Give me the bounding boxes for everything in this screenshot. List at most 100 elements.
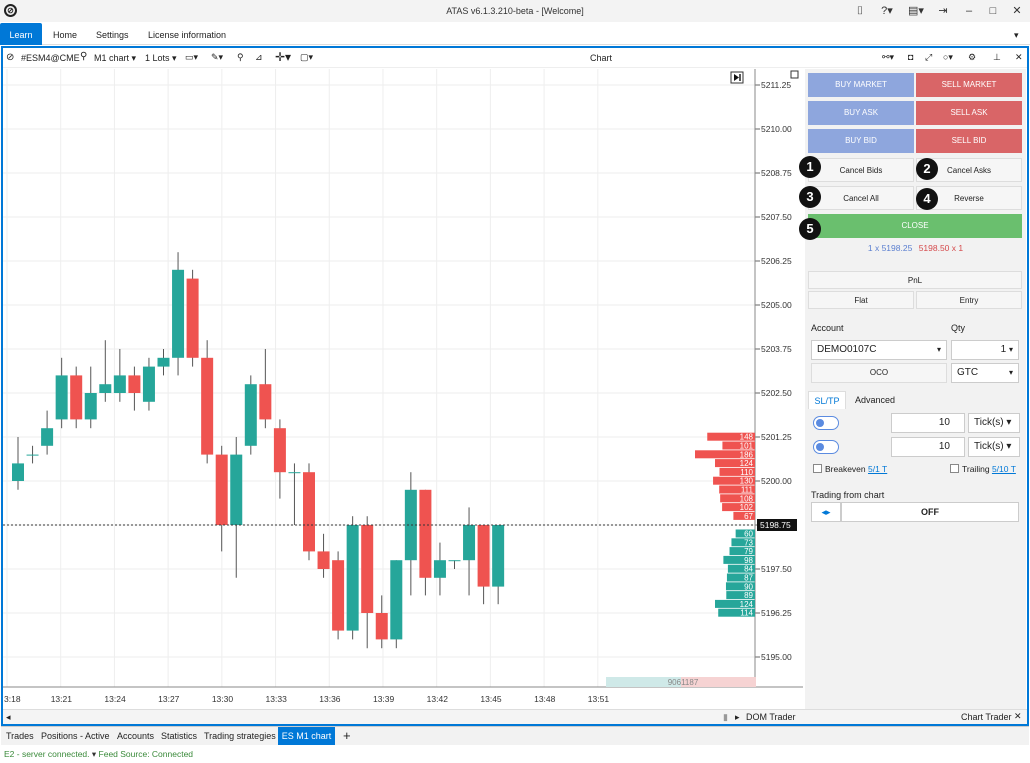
- circle-icon[interactable]: ○▾: [943, 52, 953, 63]
- x-tick-label: 13:33: [266, 694, 288, 704]
- lots-select[interactable]: 1 Lots ▾: [145, 53, 177, 64]
- tab-advanced[interactable]: Advanced: [855, 391, 895, 409]
- stop-loss-input[interactable]: 10: [891, 413, 965, 433]
- candle-down: [201, 357, 214, 455]
- buy-bid-button[interactable]: BUY BID: [808, 129, 914, 153]
- tab-strategies[interactable]: Trading strategies: [204, 727, 276, 745]
- crosshair-icon[interactable]: ✛▾: [275, 50, 291, 64]
- close-chart-icon[interactable]: ✕: [1015, 52, 1023, 63]
- buy-market-button[interactable]: BUY MARKET: [808, 73, 914, 97]
- tab-trades[interactable]: Trades: [6, 727, 34, 745]
- sell-ask-button[interactable]: SELL ASK: [916, 101, 1022, 125]
- scroll-thumb[interactable]: ▮: [723, 712, 728, 723]
- timeframe-select[interactable]: M1 chart ▾: [94, 53, 136, 64]
- pin-window-icon[interactable]: ⊥: [993, 52, 1001, 63]
- maximize-icon[interactable]: □: [986, 3, 1000, 19]
- menu-learn[interactable]: Learn: [0, 23, 42, 45]
- candle-up: [12, 463, 24, 481]
- tab-accounts[interactable]: Accounts: [117, 727, 154, 745]
- buy-ask-button[interactable]: BUY ASK: [808, 101, 914, 125]
- sell-market-button[interactable]: SELL MARKET: [916, 73, 1022, 97]
- trailing-link[interactable]: 5/10 T: [992, 464, 1016, 474]
- from-chart-toggle[interactable]: OFF: [841, 502, 1019, 522]
- breakeven-checkbox[interactable]: [813, 464, 822, 473]
- candle-down: [332, 560, 345, 631]
- candle-up: [99, 384, 112, 393]
- zoom-icon[interactable]: ⚲: [237, 52, 244, 63]
- tif-select[interactable]: GTC ▾: [951, 363, 1019, 383]
- add-tab-icon[interactable]: +: [343, 727, 351, 745]
- symbol-label[interactable]: #ESM4@CME: [21, 53, 80, 63]
- candlestick-chart[interactable]: 5211.25 5210.00 5208.75 5207.50 5206.25 5205.…: [3, 69, 803, 709]
- chart-trader-tab[interactable]: Chart Trader: [961, 712, 1012, 722]
- breakeven-link[interactable]: 5/1 T: [868, 464, 887, 474]
- link-icon[interactable]: ⚯▾: [882, 52, 894, 63]
- menu-expand-icon[interactable]: ▾: [1014, 23, 1019, 45]
- x-tick-label: 13:36: [319, 694, 341, 704]
- tab-statistics[interactable]: Statistics: [161, 727, 197, 745]
- scroll-right-icon[interactable]: ▸: [735, 712, 740, 723]
- ladder-volume-label: 79: [744, 547, 753, 556]
- stop-loss-unit-select[interactable]: Tick(s) ▾: [968, 413, 1020, 433]
- tab-positions[interactable]: Positions - Active: [41, 727, 110, 745]
- ladder-volume-label: 84: [744, 565, 753, 574]
- chart-toolbar: ⊘ #ESM4@CME ⚲ M1 chart ▾ 1 Lots ▾ ▭▾ ✎▾ …: [3, 49, 1027, 68]
- candle-up: [448, 560, 461, 562]
- sell-bid-button[interactable]: SELL BID: [916, 129, 1022, 153]
- account-select[interactable]: DEMO0107C ▾: [811, 340, 947, 360]
- candle-up: [390, 560, 403, 640]
- ladder-volume-label: 67: [744, 512, 753, 521]
- menu-home[interactable]: Home: [53, 23, 77, 45]
- candle-down: [259, 384, 272, 420]
- quote-display: 1 x 5198.25 5198.50 x 1: [805, 243, 1026, 253]
- screenshot-icon[interactable]: ◘: [908, 52, 913, 62]
- take-profit-input[interactable]: 10: [891, 437, 965, 457]
- trailing-label: Trailing 5/10 T: [962, 464, 1016, 474]
- indicators-icon[interactable]: ⊿: [255, 52, 263, 63]
- flag-icon[interactable]: ▤▾: [904, 3, 928, 19]
- camera-icon[interactable]: ⌷: [852, 3, 868, 19]
- tab-sltp[interactable]: SL/TP: [808, 391, 846, 409]
- help-icon[interactable]: ?▾: [876, 3, 898, 19]
- status-dropdown-icon[interactable]: ▾: [92, 749, 99, 759]
- candle-down: [375, 613, 388, 640]
- cancel-bids-button[interactable]: Cancel Bids: [808, 158, 914, 182]
- from-chart-arrows-icon[interactable]: ◂▸: [811, 502, 841, 522]
- pencil-icon[interactable]: ✎▾: [211, 52, 223, 63]
- candle-down: [317, 551, 330, 569]
- y-tick-label: 5197.50: [761, 564, 792, 574]
- settings-icon[interactable]: ⚙: [968, 52, 976, 63]
- fullscreen-icon[interactable]: ⤢: [925, 52, 932, 63]
- candle-down: [361, 525, 374, 613]
- ladder-volume-label: 114: [740, 609, 753, 618]
- close-icon[interactable]: ✕: [1010, 3, 1024, 19]
- take-profit-unit-select[interactable]: Tick(s) ▾: [968, 437, 1020, 457]
- chart-scrollbar[interactable]: ◂ ▮ ▸ DOM Trader Chart Trader ✕: [3, 709, 1027, 724]
- search-icon[interactable]: ⚲: [80, 51, 87, 62]
- close-chart-trader-icon[interactable]: ✕: [1014, 711, 1022, 722]
- tab-es-m1-chart[interactable]: ES M1 chart: [278, 727, 335, 745]
- take-profit-toggle[interactable]: [813, 440, 839, 454]
- scroll-left-icon[interactable]: ◂: [6, 712, 11, 723]
- feed-status: Feed Source: Connected: [98, 749, 194, 759]
- trailing-checkbox[interactable]: [950, 464, 959, 473]
- chart-area[interactable]: 5211.25 5210.00 5208.75 5207.50 5206.25 5205.…: [3, 69, 803, 709]
- chart-type-icon[interactable]: ▭▾: [185, 52, 198, 63]
- pin-icon[interactable]: ⇥: [936, 3, 950, 19]
- minimize-icon[interactable]: –: [962, 3, 976, 19]
- menu-settings[interactable]: Settings: [96, 23, 129, 45]
- oco-button[interactable]: OCO: [811, 363, 947, 383]
- candle-up: [433, 560, 446, 578]
- dom-trader-tab[interactable]: DOM Trader: [746, 712, 796, 722]
- stop-loss-toggle[interactable]: [813, 416, 839, 430]
- close-position-button[interactable]: CLOSE: [808, 214, 1022, 238]
- candle-up: [41, 428, 54, 446]
- x-tick-label: 13:45: [480, 694, 502, 704]
- x-tick-label: 13:42: [427, 694, 449, 704]
- menu-license[interactable]: License information: [148, 23, 226, 45]
- qty-input[interactable]: 1 ▾: [951, 340, 1019, 360]
- y-tick-label: 5208.75: [761, 168, 792, 178]
- cancel-all-button[interactable]: Cancel All: [808, 186, 914, 210]
- template-icon[interactable]: ▢▾: [300, 52, 313, 63]
- ladder-volume-label: 73: [744, 538, 753, 547]
